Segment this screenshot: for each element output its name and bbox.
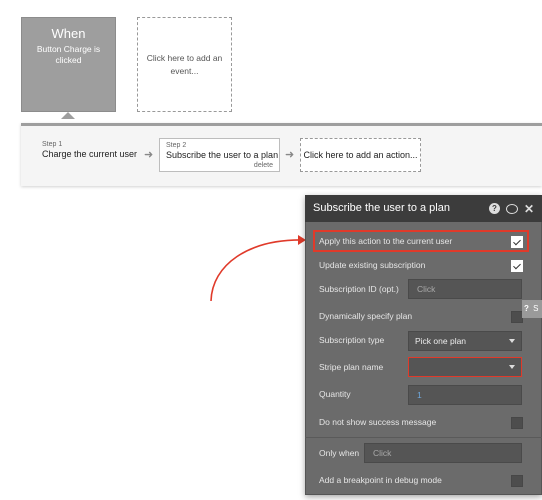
panel-divider: [305, 437, 542, 438]
subscription-type-label: Subscription type: [319, 335, 385, 345]
update-existing-checkbox[interactable]: [511, 260, 523, 272]
step-1-title: Charge the current user: [42, 149, 138, 159]
side-help-tab[interactable]: ? S: [522, 300, 542, 318]
subscription-id-input[interactable]: Click: [408, 279, 522, 299]
update-existing-label: Update existing subscription: [319, 260, 426, 270]
side-tab-text: S: [533, 304, 539, 313]
subscription-type-dropdown[interactable]: Pick one plan: [408, 331, 522, 351]
dynamically-specify-label: Dynamically specify plan: [319, 311, 413, 321]
panel-title: Subscribe the user to a plan: [313, 202, 450, 214]
breakpoint-label: Add a breakpoint in debug mode: [319, 475, 442, 485]
add-event-button[interactable]: Click here to add an event...: [137, 17, 232, 112]
quantity-input[interactable]: 1: [408, 385, 522, 405]
side-help-icon: ?: [524, 304, 529, 313]
close-icon[interactable]: ✕: [524, 203, 534, 215]
annotation-highlight-box: [313, 230, 529, 252]
stripe-plan-name-dropdown[interactable]: [408, 357, 522, 377]
arrow-right-icon: ➜: [144, 149, 154, 161]
event-description: Button Charge is clicked: [36, 44, 101, 65]
subscription-type-value: Pick one plan: [415, 336, 467, 346]
no-success-message-checkbox[interactable]: [511, 417, 523, 429]
step-2-label: Step 2: [166, 142, 187, 149]
comment-icon[interactable]: [505, 203, 518, 214]
step-1-label: Step 1: [42, 141, 63, 148]
no-success-message-label: Do not show success message: [319, 417, 437, 427]
chevron-down-icon: [509, 339, 515, 343]
workflow-step-2[interactable]: Step 2 Subscribe the user to a plan dele…: [159, 138, 280, 172]
event-when-title: When: [51, 26, 86, 41]
delete-step-link[interactable]: delete: [254, 162, 273, 169]
arrow-right-icon: ➜: [285, 149, 295, 161]
workflow-step-1[interactable]: Step 1 Charge the current user: [42, 141, 137, 160]
step-2-title: Subscribe the user to a plan: [166, 150, 279, 160]
subscription-id-label: Subscription ID (opt.): [319, 284, 399, 294]
add-action-button[interactable]: Click here to add an action...: [300, 138, 421, 172]
event-card-button-charge[interactable]: When Button Charge is clicked: [21, 17, 116, 112]
stripe-plan-name-label: Stripe plan name: [319, 362, 384, 372]
only-when-label: Only when: [319, 448, 360, 458]
panel-header: Subscribe the user to a plan ? ✕: [305, 195, 542, 222]
chevron-down-icon: [509, 365, 515, 369]
only-when-input[interactable]: Click: [364, 443, 522, 463]
quantity-label: Quantity: [319, 389, 351, 399]
breakpoint-checkbox[interactable]: [511, 475, 523, 487]
annotation-arrow-curve: [210, 239, 305, 302]
selected-event-pointer: [61, 112, 75, 119]
annotation-arrow: [210, 235, 306, 302]
help-icon[interactable]: ?: [488, 203, 500, 214]
